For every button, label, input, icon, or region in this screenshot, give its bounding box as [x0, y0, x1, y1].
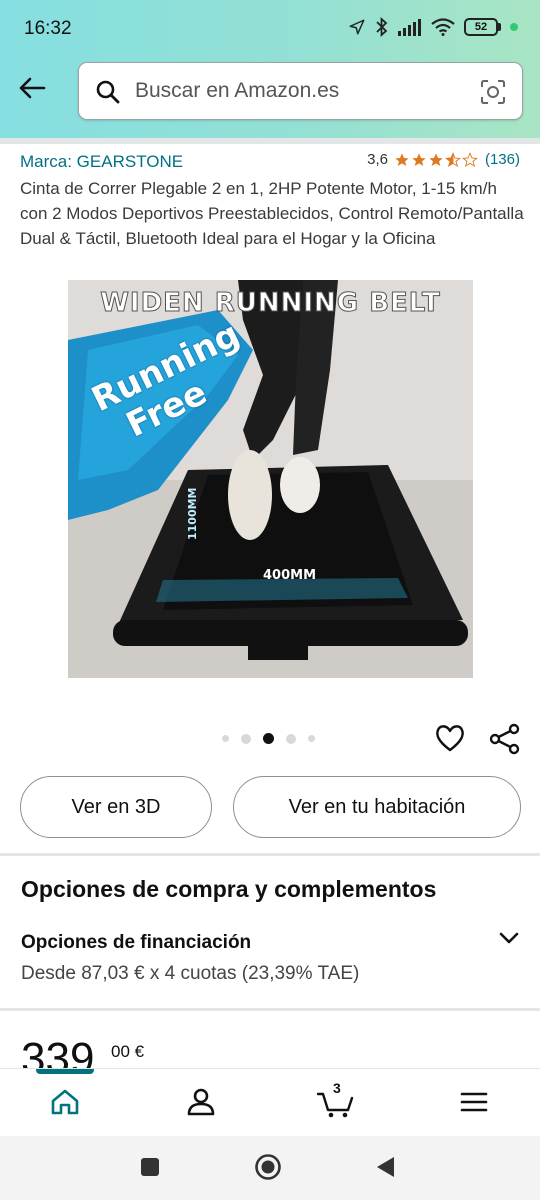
- account-icon: [186, 1087, 216, 1122]
- battery-icon: 52: [464, 18, 501, 36]
- carousel-dot[interactable]: [308, 735, 315, 742]
- heart-icon: [434, 725, 466, 757]
- image-width-label: 400MM: [263, 568, 317, 583]
- product-image[interactable]: WIDEN RUNNING BELT Running Free 400MM 11…: [68, 280, 473, 678]
- brand-link[interactable]: Marca: GEARSTONE: [20, 152, 183, 172]
- image-length-label: 1100MM: [186, 487, 199, 540]
- rating-count: (136): [484, 151, 520, 168]
- triangle-back-icon: [374, 1155, 396, 1184]
- nav-home[interactable]: [45, 1087, 85, 1121]
- search-bar[interactable]: [78, 62, 523, 120]
- wishlist-button[interactable]: [434, 723, 466, 753]
- camera-scan-icon[interactable]: [480, 79, 506, 110]
- home-icon: [50, 1088, 80, 1121]
- purchase-options-title: Opciones de compra y complementos: [21, 876, 437, 902]
- system-back-button[interactable]: [370, 1154, 400, 1184]
- system-navigation-bar: [0, 1136, 540, 1200]
- privacy-indicator-dot: [510, 23, 518, 31]
- status-time: 16:32: [24, 18, 72, 39]
- arrow-left-icon: [18, 76, 46, 105]
- section-divider: [0, 1008, 540, 1011]
- recent-apps-button[interactable]: [135, 1154, 165, 1184]
- star-rating-icon: [394, 151, 478, 168]
- location-arrow-icon: [348, 18, 366, 36]
- view-in-room-button[interactable]: Ver en tu habitación: [233, 776, 521, 838]
- share-button[interactable]: [489, 723, 521, 755]
- cart-count: 3: [333, 1080, 341, 1096]
- product-title: Cinta de Correr Plegable 2 en 1, 2HP Pot…: [20, 179, 524, 248]
- carousel-dot[interactable]: [263, 733, 274, 744]
- search-input[interactable]: [135, 63, 465, 119]
- status-icons: 52: [348, 17, 518, 37]
- cart-icon: 3: [316, 1080, 356, 1120]
- financing-text: Desde 87,03 € x 4 cuotas (23,39% TAE): [21, 963, 360, 984]
- nav-cart[interactable]: 3: [316, 1080, 356, 1121]
- back-button[interactable]: [12, 70, 52, 110]
- bottom-navigation: 3: [0, 1068, 540, 1136]
- wifi-icon: [431, 18, 455, 36]
- carousel-indicator: [222, 733, 315, 744]
- carousel-dot[interactable]: [222, 735, 229, 742]
- section-divider: [0, 853, 540, 856]
- square-icon: [139, 1156, 161, 1183]
- system-home-button[interactable]: [253, 1153, 283, 1186]
- search-icon: [95, 79, 121, 110]
- rating[interactable]: 3,6 (136): [367, 151, 520, 168]
- header-separator: [0, 138, 540, 144]
- carousel-dot[interactable]: [241, 733, 251, 744]
- app-header: 16:32 52 Buscar en Amazon.es: [0, 0, 540, 138]
- signal-icon: [398, 18, 422, 36]
- price-whole: 339: [21, 1034, 95, 1070]
- nav-menu[interactable]: [454, 1087, 494, 1121]
- rating-value: 3,6: [367, 151, 388, 168]
- price-fraction: 00 €: [111, 1042, 145, 1061]
- status-bar: 16:32 52: [0, 0, 540, 58]
- nav-account[interactable]: [181, 1087, 221, 1121]
- bluetooth-icon: [375, 17, 389, 37]
- image-headline: WIDEN RUNNING BELT: [100, 288, 441, 319]
- view-3d-button[interactable]: Ver en 3D: [20, 776, 212, 838]
- circle-icon: [254, 1153, 282, 1186]
- carousel-dot[interactable]: [286, 733, 296, 744]
- menu-icon: [460, 1090, 488, 1119]
- financing-title[interactable]: Opciones de financiación: [21, 932, 251, 954]
- share-icon: [489, 723, 521, 759]
- price: 339 00 €: [21, 1030, 221, 1070]
- active-tab-indicator: [36, 1069, 94, 1074]
- chevron-down-icon[interactable]: [496, 925, 522, 951]
- battery-level: 52: [464, 18, 498, 36]
